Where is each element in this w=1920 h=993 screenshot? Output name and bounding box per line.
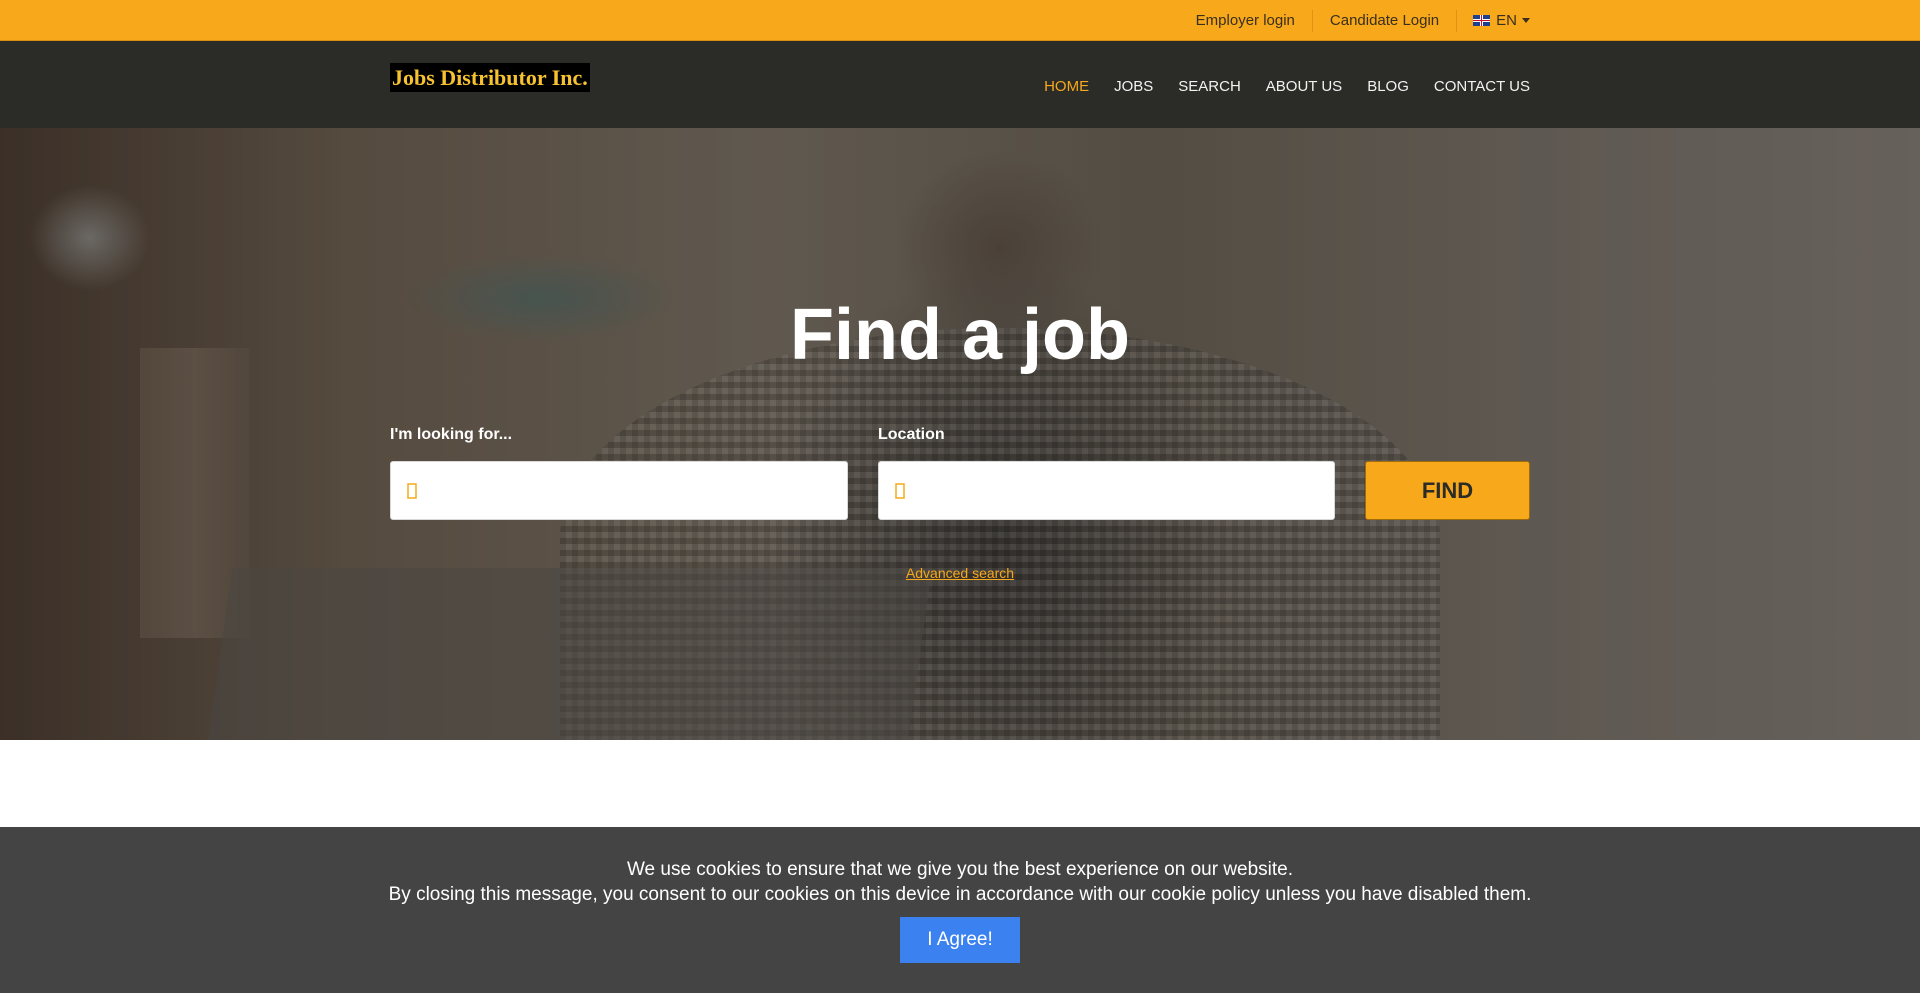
map-marker-icon (895, 482, 905, 499)
nav-item-jobs[interactable]: JOBS (1114, 78, 1153, 96)
main-nav: HOME JOBS SEARCH ABOUT US BLOG CONTACT U… (1019, 78, 1530, 96)
cookie-message-line2: By closing this message, you consent to … (388, 884, 1532, 905)
top-utility-links: Employer login Candidate Login EN (1179, 0, 1530, 41)
nav-item-blog[interactable]: BLOG (1367, 78, 1409, 96)
nav-item-about-us[interactable]: ABOUT US (1266, 78, 1342, 96)
site-logo[interactable]: Jobs Distributor Inc. (390, 63, 590, 92)
keyword-input[interactable] (427, 470, 827, 511)
find-button[interactable]: FIND (1365, 461, 1530, 520)
candidate-login-link[interactable]: Candidate Login (1313, 10, 1456, 32)
nav-item-contact-us[interactable]: CONTACT US (1434, 78, 1530, 96)
keyword-label: I'm looking for... (390, 426, 513, 443)
uk-flag-icon (1473, 15, 1491, 26)
cookie-message-line1: We use cookies to ensure that we give yo… (626, 859, 1294, 880)
employer-login-link[interactable]: Employer login (1179, 10, 1312, 32)
agree-button[interactable]: I Agree! (900, 917, 1020, 963)
main-navbar: Jobs Distributor Inc. HOME JOBS SEARCH A… (0, 41, 1920, 128)
cookie-banner: We use cookies to ensure that we give yo… (0, 827, 1920, 993)
location-input[interactable] (915, 470, 1315, 511)
search-icon (407, 482, 417, 499)
caret-down-icon (1522, 18, 1530, 23)
top-utility-bar: Employer login Candidate Login EN (0, 0, 1920, 41)
hero-overlay (0, 128, 1920, 740)
language-label: EN (1496, 12, 1517, 29)
location-label: Location (878, 426, 945, 443)
nav-item-search[interactable]: SEARCH (1178, 78, 1241, 96)
hero-section: Find a job I'm looking for... Location F… (0, 128, 1920, 740)
keyword-field[interactable] (390, 461, 848, 520)
location-field[interactable] (878, 461, 1335, 520)
hero-title: Find a job (790, 295, 1130, 375)
nav-item-home[interactable]: HOME (1044, 78, 1089, 96)
advanced-search-container: Advanced search (0, 565, 1920, 583)
advanced-search-link[interactable]: Advanced search (906, 565, 1014, 581)
language-selector[interactable]: EN (1457, 12, 1530, 29)
